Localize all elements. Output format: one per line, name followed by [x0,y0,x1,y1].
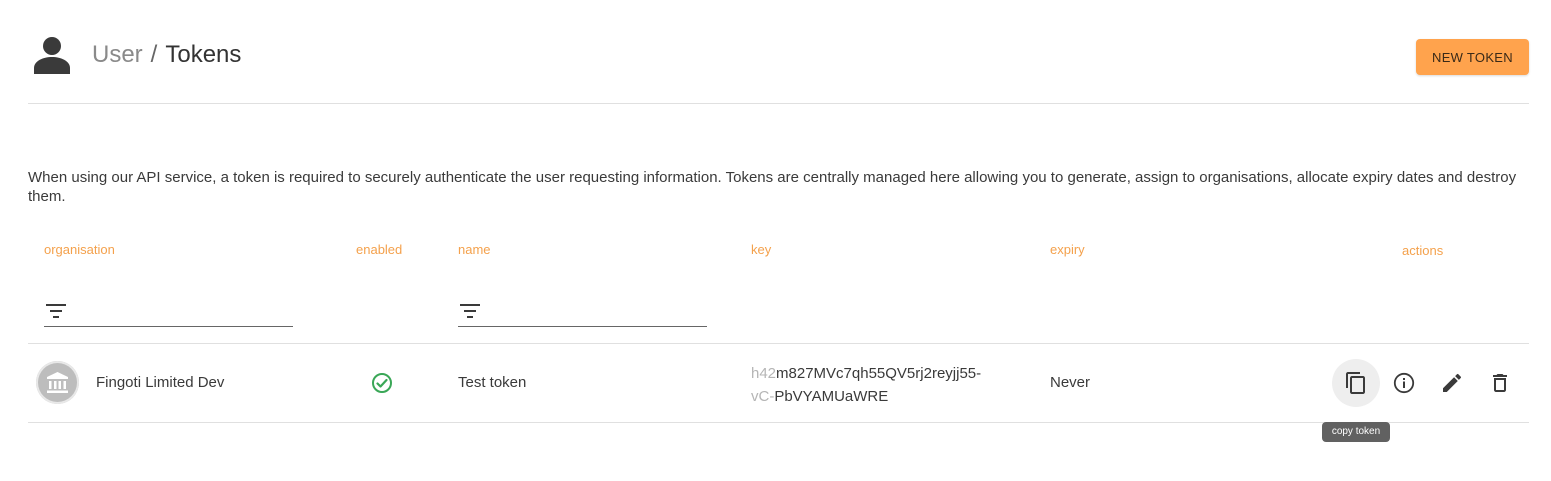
column-header-enabled[interactable]: enabled [356,242,402,257]
column-header-expiry[interactable]: expiry [1050,242,1085,257]
table-divider [28,343,1529,344]
info-icon [1393,372,1415,394]
copy-icon [1346,372,1365,394]
delete-token-button[interactable] [1476,359,1524,407]
filter-icon [460,304,480,318]
row-token-key: h42m827MVc7qh55QV5rj2reyjj55- vC-PbVYAMUa… [751,362,1021,408]
breadcrumb-user[interactable]: User [92,41,143,68]
token-info-button[interactable] [1380,359,1428,407]
bank-icon [47,372,68,393]
person-icon [34,36,70,74]
column-header-key[interactable]: key [751,242,771,257]
row-token-name: Test token [458,374,527,391]
filter-icon [46,304,66,318]
page-header: User / Tokens NEW TOKEN [28,0,1529,104]
new-token-button[interactable]: NEW TOKEN [1416,39,1529,75]
column-header-name[interactable]: name [458,242,491,257]
copy-token-tooltip: copy token [1322,422,1390,442]
column-header-organisation[interactable]: organisation [44,242,115,257]
token-key-body-2: PbVYAMUaWRE [774,388,889,405]
page-description: When using our API service, a token is r… [28,169,1517,205]
name-filter-input[interactable] [458,296,707,327]
token-key-prefix-2: vC- [751,388,775,405]
breadcrumb: User / Tokens [92,39,241,71]
table-divider [28,422,1529,423]
check-circle-icon [371,372,393,399]
delete-icon [1493,374,1507,392]
breadcrumb-current: Tokens [165,41,242,68]
column-header-actions: actions [1402,243,1444,258]
copy-token-button[interactable] [1332,359,1380,407]
edit-icon [1443,373,1462,392]
token-key-body: m827MVc7qh55QV5rj2reyjj55- [776,365,982,382]
token-key-prefix: h42 [751,365,777,382]
organisation-filter-input[interactable] [44,296,293,327]
edit-token-button[interactable] [1428,359,1476,407]
organisation-avatar [36,361,79,404]
breadcrumb-separator: / [150,41,158,68]
row-expiry: Never [1050,374,1091,391]
row-organisation: Fingoti Limited Dev [96,374,225,391]
